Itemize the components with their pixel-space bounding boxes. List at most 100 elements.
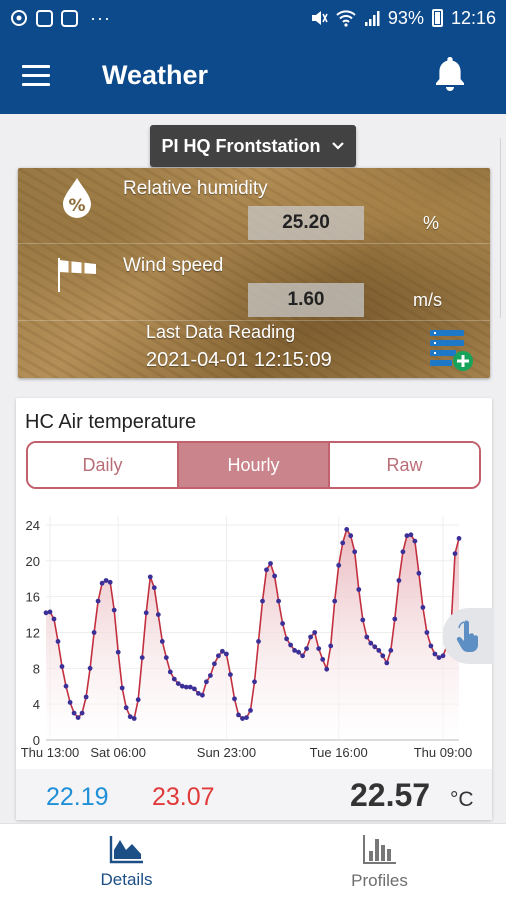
notifications-bell-icon[interactable] (432, 54, 468, 94)
temperature-data-point (59, 664, 65, 669)
metric-divider (18, 320, 490, 321)
temperature-data-point (388, 648, 394, 653)
temperature-data-point (376, 648, 382, 653)
temperature-data-point (416, 570, 422, 576)
temperature-data-point (155, 612, 161, 617)
nav-profiles-label: Profiles (351, 871, 408, 890)
hamburger-icon-line (22, 64, 50, 68)
temperature-data-point (252, 679, 257, 685)
temperature-data-point (272, 573, 277, 579)
temperature-data-point (232, 696, 237, 702)
temperature-data-point (187, 684, 193, 690)
max-temperature: 23.07 (152, 783, 215, 811)
last-reading-value: 2021-04-01 12:15:09 (146, 349, 332, 371)
x-tick-label: Sat 06:00 (90, 745, 146, 760)
y-tick-label: 8 (33, 661, 40, 676)
x-tick-label: Thu 13:00 (21, 745, 80, 760)
chart-title: HC Air temperature (25, 411, 197, 433)
temperature-data-point (139, 655, 145, 660)
temperature-data-point (212, 661, 217, 667)
tab-hourly[interactable]: Hourly (177, 443, 328, 487)
temperature-data-point (456, 536, 462, 541)
bar-chart-icon (362, 835, 396, 864)
temperature-data-point (167, 669, 173, 675)
temperature-data-point (332, 598, 338, 604)
x-tick-label: Thu 09:00 (414, 745, 473, 760)
temperature-data-point (200, 692, 205, 698)
humidity-value: 25.20 (248, 206, 364, 240)
svg-text:%: % (68, 196, 85, 216)
temperature-data-point (428, 643, 434, 649)
temperature-data-point (192, 686, 197, 692)
temperature-data-point (159, 639, 165, 644)
temperature-data-point (135, 697, 141, 703)
hamburger-icon-line (22, 82, 50, 86)
y-tick-label: 20 (26, 554, 40, 569)
temperature-data-point (340, 540, 346, 546)
temperature-data-point (280, 621, 285, 626)
temperature-data-point (99, 580, 105, 586)
tab-daily[interactable]: Daily (28, 443, 177, 487)
temperature-data-point (328, 643, 334, 649)
station-dropdown-label: PI HQ Frontstation (161, 135, 321, 156)
interval-tabs: Daily Hourly Raw (26, 441, 481, 489)
temperature-data-point (111, 607, 117, 613)
mute-icon (311, 11, 328, 25)
temperature-data-point (284, 636, 289, 642)
status-left-icons: ··· (10, 8, 111, 29)
temperature-data-point (364, 634, 370, 640)
y-tick-label: 16 (26, 590, 40, 605)
wind-speed-value: 1.60 (248, 283, 364, 317)
wind-speed-label: Wind speed (123, 255, 224, 276)
nav-profiles[interactable]: Profiles (253, 824, 506, 900)
humidity-percent-icon: % (63, 178, 91, 218)
area-chart-icon (109, 836, 143, 864)
temperature-data-point (220, 648, 225, 654)
temperature-data-point (396, 578, 402, 583)
chart-stats-row: 22.19 23.07 22.57 °C (16, 769, 492, 820)
y-tick-label: 24 (26, 518, 40, 533)
temperature-data-point (392, 616, 398, 622)
temperature-data-point (412, 538, 418, 544)
temperature-data-point (43, 610, 49, 616)
temperature-data-point (368, 640, 374, 646)
touch-mode-button[interactable] (443, 608, 493, 664)
temperature-data-point (248, 708, 253, 713)
temperature-data-point (296, 649, 301, 655)
more-notifications-icon: ··· (90, 7, 111, 28)
wifi-icon (336, 10, 356, 27)
add-data-list-icon[interactable] (428, 326, 474, 372)
app-bar: Weather (0, 36, 506, 114)
temperature-data-point (408, 532, 414, 538)
app-notification-icon-2 (61, 9, 78, 27)
temperature-data-point (79, 710, 85, 716)
temperature-data-point (179, 683, 185, 689)
temperature-area-chart[interactable]: 04812162024Thu 13:00 Sat 06:00 Sun 23:00 Tu… (16, 506, 492, 768)
temperature-data-point (440, 653, 446, 659)
temperature-data-point (55, 639, 61, 644)
temperature-data-point (264, 567, 269, 573)
temperature-data-point (216, 653, 221, 659)
temperature-data-point (51, 616, 57, 622)
temperature-data-point (244, 715, 249, 720)
tab-raw[interactable]: Raw (328, 443, 479, 487)
bottom-navigation: Details Profiles (0, 823, 506, 900)
temperature-unit: °C (450, 788, 474, 811)
temperature-data-point (47, 609, 53, 615)
status-right-icons: 93% 12:16 (310, 8, 496, 29)
temperature-data-point (83, 694, 89, 700)
menu-button[interactable] (22, 55, 62, 95)
temperature-data-point (119, 685, 125, 691)
sync-icon (11, 10, 27, 26)
y-tick-label: 12 (26, 625, 40, 640)
temperature-data-point (87, 665, 93, 671)
status-bar: ··· 93% 12:16 (0, 0, 506, 36)
x-tick-label: Tue 16:00 (310, 745, 368, 760)
windsock-icon (58, 258, 96, 292)
temperature-data-point (320, 657, 326, 662)
temperature-chart-card: HC Air temperature Daily Hourly Raw 0481… (16, 398, 493, 820)
nav-details[interactable]: Details (0, 824, 253, 900)
temperature-data-point (236, 712, 241, 718)
station-dropdown[interactable]: PI HQ Frontstation (150, 125, 356, 167)
temperature-data-point (71, 710, 77, 716)
